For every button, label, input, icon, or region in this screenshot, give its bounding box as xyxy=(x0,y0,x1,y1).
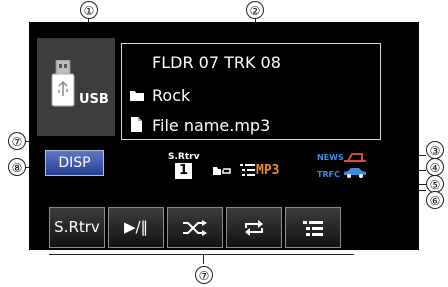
repeat-button[interactable] xyxy=(226,207,282,248)
list-mode-indicator xyxy=(240,163,256,178)
srtrv-button-label: S.Rtrv xyxy=(54,218,100,236)
srtrv-status-label: S.Rtrv xyxy=(168,152,200,162)
folder-track-text: FLDR 07 TRK 08 xyxy=(152,53,281,72)
play-pause-button[interactable]: ▶/‖ xyxy=(108,207,164,248)
repeat-icon xyxy=(245,220,263,236)
file-name-text: File name.mp3 xyxy=(152,116,271,135)
traffic-car-icon xyxy=(344,168,366,178)
list-icon xyxy=(240,164,255,176)
folder-repeat-indicator xyxy=(213,163,232,178)
callout-2: ② xyxy=(246,1,264,19)
folder-repeat-icon xyxy=(213,167,231,175)
trfc-label: TRFC xyxy=(317,170,340,179)
track-info-box: FLDR 07 TRK 08 Rock File name.mp3 xyxy=(121,43,381,140)
callout-7-bottom-bracket xyxy=(49,254,354,255)
list-button[interactable] xyxy=(285,207,341,248)
news-icon xyxy=(344,153,366,162)
srtrv-status-value: 1 xyxy=(175,163,192,179)
callout-7-top: ⑦ xyxy=(8,132,26,150)
play-pause-label: ▶/‖ xyxy=(123,218,149,236)
callout-4: ④ xyxy=(426,158,444,176)
format-indicator: MP3 xyxy=(256,163,280,178)
usb-drive-icon xyxy=(51,60,75,107)
random-button[interactable] xyxy=(167,207,223,248)
callout-3: ③ xyxy=(426,141,444,159)
genre-text: Rock xyxy=(152,86,191,105)
disp-button[interactable]: DISP xyxy=(45,150,104,176)
file-icon xyxy=(131,117,142,132)
news-label: NEWS xyxy=(317,153,344,162)
shuffle-icon xyxy=(183,220,207,236)
callout-7-bottom-leader xyxy=(203,254,204,264)
callout-7-bottom: ⑦ xyxy=(195,266,213,284)
list-icon xyxy=(303,221,323,236)
source-label: USB xyxy=(79,92,109,107)
callout-8: ⑧ xyxy=(8,158,26,176)
source-panel[interactable] xyxy=(37,38,115,136)
callout-1: ① xyxy=(80,1,98,19)
callout-6: ⑥ xyxy=(426,191,444,209)
srtrv-button[interactable]: S.Rtrv xyxy=(49,207,105,248)
folder-icon xyxy=(130,91,144,101)
